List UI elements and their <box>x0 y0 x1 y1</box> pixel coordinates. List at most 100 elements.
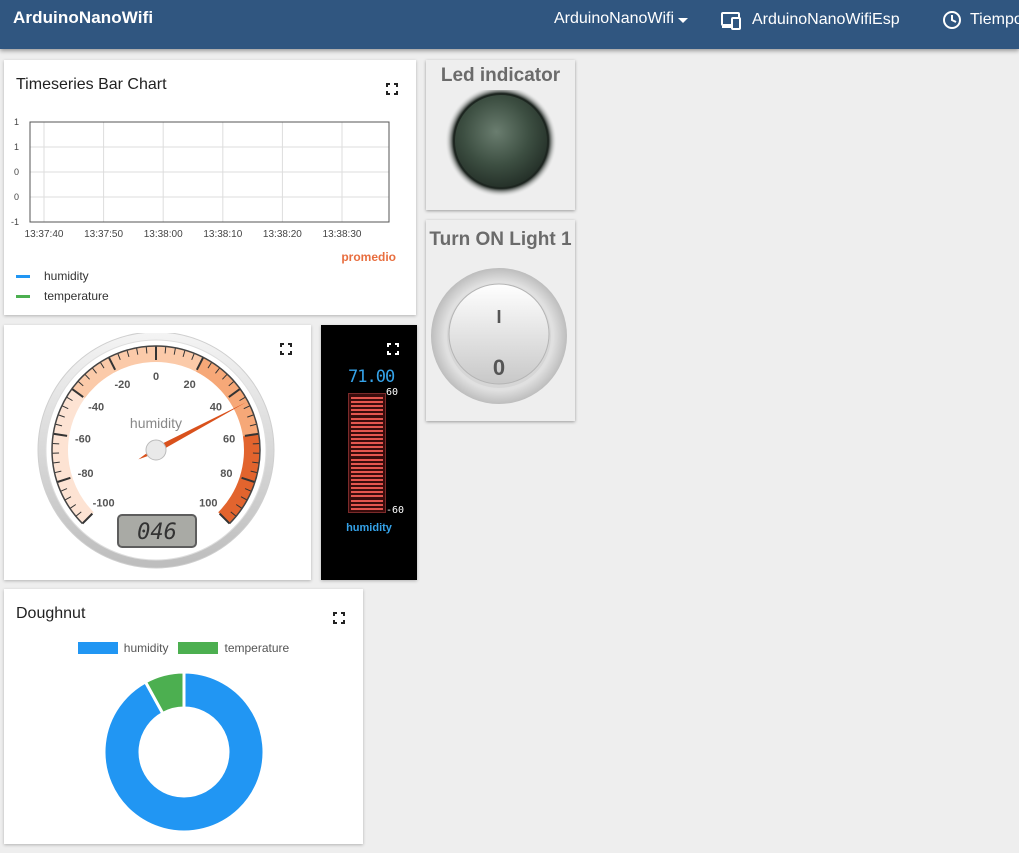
legend-item-humidity[interactable]: humidity <box>77 641 169 655</box>
led-indicator-widget: Led indicator <box>426 60 575 210</box>
x-tick-label: 13:37:40 <box>25 229 64 240</box>
y-tick-label: 0 <box>14 167 19 177</box>
gauge-tick-label: 0 <box>153 371 159 383</box>
linear-gauge-segment <box>351 466 383 469</box>
light-switch-widget: Turn ON Light 1 I 0 <box>426 220 575 421</box>
timeseries-chart-plot: 13:37:40 13:37:50 13:38:00 13:38:10 13:38:20… <box>11 117 390 240</box>
linear-gauge-segment <box>351 483 383 486</box>
timewindow-button[interactable]: Tiempo <box>942 10 1019 30</box>
linear-gauge-segment <box>351 433 383 436</box>
linear-gauge-segment <box>351 409 383 412</box>
linear-gauge-segment <box>351 487 383 490</box>
linear-gauge-segment <box>351 417 383 420</box>
linear-gauge-segment <box>351 503 383 506</box>
gauge-tick <box>164 346 167 354</box>
timeseries-bar-chart-widget: Timeseries Bar Chart 13:37:40 13:37:50 13:… <box>4 60 416 315</box>
rotary-switch[interactable]: I 0 <box>431 268 571 408</box>
gauge-lcd-value: 046 <box>137 520 177 545</box>
clock-icon <box>942 10 962 30</box>
gauge-dial: -100 -80 -60 -40 -20 0 20 40 60 80 100 humidity 04… <box>37 333 275 569</box>
x-tick-label: 13:38:10 <box>203 229 242 240</box>
aggregation-label: promedio <box>341 250 396 264</box>
linear-gauge-segment <box>351 470 383 473</box>
linear-gauge-segment <box>351 479 383 481</box>
linear-gauge-segment <box>351 421 383 424</box>
switch-off-label: 0 <box>493 355 505 380</box>
linear-gauge-segment <box>351 495 383 498</box>
fullscreen-icon[interactable] <box>387 343 399 355</box>
gauge-needle-hub <box>145 439 167 461</box>
linear-gauge-segment <box>351 405 383 408</box>
legend-label: temperature <box>44 289 109 303</box>
doughnut-chart <box>102 670 266 834</box>
linear-gauge-segment <box>351 446 383 449</box>
gauge-tick-label: 80 <box>220 468 232 480</box>
linear-gauge-segment <box>351 429 383 432</box>
switch-on-label: I <box>496 307 501 327</box>
linear-gauge-widget: 71.00 60 -60 humidity <box>321 325 417 580</box>
widget-title: Timeseries Bar Chart <box>16 76 167 93</box>
linear-gauge-segment <box>351 450 383 453</box>
devices-icon <box>720 10 744 30</box>
linear-gauge-segment <box>351 507 383 510</box>
y-tick-label: 1 <box>14 142 19 152</box>
fullscreen-icon[interactable] <box>333 612 345 624</box>
entity-alias-button[interactable]: ArduinoNanoWifiEsp <box>720 10 900 30</box>
gauge-tick-label: -80 <box>78 468 94 480</box>
linear-gauge-segment <box>351 462 383 465</box>
x-tick-label: 13:38:00 <box>144 229 183 240</box>
linear-gauge-max: 60 <box>386 387 399 398</box>
linear-gauge-segment <box>351 454 383 457</box>
gauge-label: humidity <box>130 415 182 431</box>
widget-title: Doughnut <box>16 605 86 622</box>
gauge-tick-label: 20 <box>183 379 195 391</box>
legend-label: humidity <box>123 641 169 655</box>
linear-gauge-label: humidity <box>346 522 392 534</box>
legend-label: humidity <box>44 269 89 283</box>
gauge-tick <box>145 346 148 354</box>
x-tick-label: 13:38:30 <box>323 229 362 240</box>
gauge-tick-label: -40 <box>88 402 104 414</box>
top-toolbar: ArduinoNanoWifi ArduinoNanoWifi ArduinoN… <box>0 0 1019 49</box>
linear-gauge-segment <box>351 425 383 428</box>
linear-gauge-bar <box>348 393 386 513</box>
linear-gauge-segment <box>351 499 383 502</box>
y-tick-label: 0 <box>14 192 19 202</box>
linear-gauge-segment <box>351 413 383 416</box>
legend-swatch <box>16 294 30 298</box>
caret-down-icon <box>678 17 689 23</box>
fullscreen-icon[interactable] <box>386 83 398 95</box>
dashboard-title: ArduinoNanoWifi <box>13 8 154 27</box>
legend-item-humidity[interactable]: humidity <box>16 269 89 283</box>
linear-gauge-segment <box>351 491 383 494</box>
widget-title: Led indicator <box>440 65 561 86</box>
led-light <box>445 90 557 197</box>
gauge-tick-label: -60 <box>75 433 91 445</box>
y-tick-label: -1 <box>11 217 19 227</box>
gauge-tick-label: 60 <box>223 433 235 445</box>
linear-gauge-segment <box>351 438 383 440</box>
linear-gauge-lcd: 71.00 <box>348 367 395 387</box>
dashboard-select-label: ArduinoNanoWifi <box>554 10 675 27</box>
x-tick-label: 13:37:50 <box>84 229 123 240</box>
linear-gauge-segment <box>351 401 383 404</box>
legend-item-temperature[interactable]: temperature <box>178 641 289 655</box>
doughnut-chart-widget: Doughnut humidity temperature <box>4 589 363 844</box>
y-tick-label: 1 <box>14 117 19 127</box>
gauge-tick-label: -20 <box>114 379 130 391</box>
legend-swatch <box>16 274 30 278</box>
legend-item-temperature[interactable]: temperature <box>16 289 109 303</box>
x-tick-label: 13:38:20 <box>263 229 302 240</box>
linear-gauge-segment <box>351 474 383 477</box>
gauge-tick-label: 100 <box>199 497 217 509</box>
legend-swatch <box>178 642 219 654</box>
radial-gauge-widget: -100 -80 -60 -40 -20 0 20 40 60 80 100 humidity 04… <box>4 325 311 580</box>
linear-gauge-segment <box>351 397 383 399</box>
linear-gauge-min: -60 <box>386 505 405 516</box>
linear-gauge-segment <box>351 458 383 461</box>
entity-alias-label: ArduinoNanoWifiEsp <box>752 11 900 28</box>
gauge-tick-label: -100 <box>93 497 115 509</box>
gauge-tick-label: 40 <box>210 402 222 414</box>
dashboard-select[interactable]: ArduinoNanoWifi <box>554 10 689 28</box>
legend-label: temperature <box>224 641 290 655</box>
